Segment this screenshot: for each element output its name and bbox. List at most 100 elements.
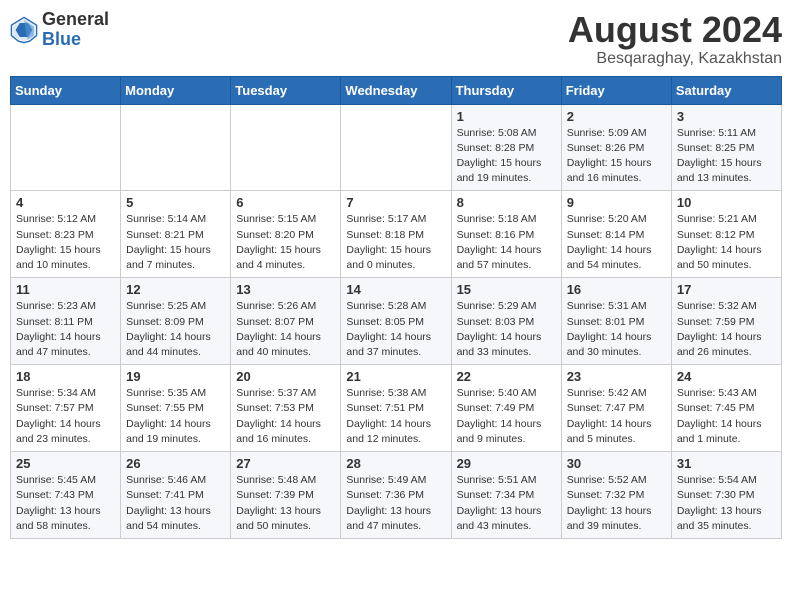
calendar-cell: [121, 104, 231, 191]
header-monday: Monday: [121, 76, 231, 104]
day-info: Sunrise: 5:51 AMSunset: 7:34 PMDaylight:…: [457, 473, 556, 534]
calendar-cell: 8 Sunrise: 5:18 AMSunset: 8:16 PMDaylight…: [451, 191, 561, 278]
calendar-cell: 17 Sunrise: 5:32 AMSunset: 7:59 PMDayligh…: [671, 278, 781, 365]
title-block: August 2024 Besqaraghay, Kazakhstan: [568, 10, 782, 68]
calendar-cell: 30 Sunrise: 5:52 AMSunset: 7:32 PMDayligh…: [561, 452, 671, 539]
calendar-cell: 16 Sunrise: 5:31 AMSunset: 8:01 PMDayligh…: [561, 278, 671, 365]
calendar-cell: 2 Sunrise: 5:09 AMSunset: 8:26 PMDaylight…: [561, 104, 671, 191]
calendar-cell: 31Sunrise: 5:54 AMSunset: 7:30 PMDayligh…: [671, 452, 781, 539]
calendar-cell: 13 Sunrise: 5:26 AMSunset: 8:07 PMDayligh…: [231, 278, 341, 365]
day-info: Sunrise: 5:15 AMSunset: 8:20 PMDaylight:…: [236, 212, 335, 273]
header-friday: Friday: [561, 76, 671, 104]
calendar-cell: 1Sunrise: 5:08 AMSunset: 8:28 PMDaylight…: [451, 104, 561, 191]
day-info: Sunrise: 5:42 AMSunset: 7:47 PMDaylight:…: [567, 386, 666, 447]
day-info: Sunrise: 5:18 AMSunset: 8:16 PMDaylight:…: [457, 212, 556, 273]
calendar-cell: 5 Sunrise: 5:14 AMSunset: 8:21 PMDaylight…: [121, 191, 231, 278]
day-info: Sunrise: 5:31 AMSunset: 8:01 PMDaylight:…: [567, 299, 666, 360]
day-info: Sunrise: 5:43 AMSunset: 7:45 PMDaylight:…: [677, 386, 776, 447]
calendar-cell: 23 Sunrise: 5:42 AMSunset: 7:47 PMDayligh…: [561, 365, 671, 452]
day-number: 6: [236, 195, 335, 210]
day-info: Sunrise: 5:20 AMSunset: 8:14 PMDaylight:…: [567, 212, 666, 273]
calendar-cell: 20Sunrise: 5:37 AMSunset: 7:53 PMDayligh…: [231, 365, 341, 452]
day-info: Sunrise: 5:38 AMSunset: 7:51 PMDaylight:…: [346, 386, 445, 447]
calendar-week-2: 4 Sunrise: 5:12 AMSunset: 8:23 PMDaylight…: [11, 191, 782, 278]
day-number: 11: [16, 282, 115, 297]
calendar-cell: [11, 104, 121, 191]
day-number: 10: [677, 195, 776, 210]
calendar-cell: 21 Sunrise: 5:38 AMSunset: 7:51 PMDayligh…: [341, 365, 451, 452]
day-info: Sunrise: 5:37 AMSunset: 7:53 PMDaylight:…: [236, 386, 335, 447]
day-number: 15: [457, 282, 556, 297]
calendar-cell: 4 Sunrise: 5:12 AMSunset: 8:23 PMDaylight…: [11, 191, 121, 278]
day-number: 26: [126, 456, 225, 471]
day-info: Sunrise: 5:26 AMSunset: 8:07 PMDaylight:…: [236, 299, 335, 360]
calendar-header-row: Sunday Monday Tuesday Wednesday Thursday…: [11, 76, 782, 104]
month-year-title: August 2024: [568, 10, 782, 50]
day-info: Sunrise: 5:52 AMSunset: 7:32 PMDaylight:…: [567, 473, 666, 534]
day-number: 8: [457, 195, 556, 210]
day-number: 23: [567, 369, 666, 384]
calendar-cell: 6 Sunrise: 5:15 AMSunset: 8:20 PMDaylight…: [231, 191, 341, 278]
day-number: 30: [567, 456, 666, 471]
calendar-cell: 24 Sunrise: 5:43 AMSunset: 7:45 PMDayligh…: [671, 365, 781, 452]
header-sunday: Sunday: [11, 76, 121, 104]
day-info: Sunrise: 5:09 AMSunset: 8:26 PMDaylight:…: [567, 126, 666, 187]
day-info: Sunrise: 5:08 AMSunset: 8:28 PMDaylight:…: [457, 126, 556, 187]
calendar-cell: 19 Sunrise: 5:35 AMSunset: 7:55 PMDayligh…: [121, 365, 231, 452]
day-number: 16: [567, 282, 666, 297]
header-wednesday: Wednesday: [341, 76, 451, 104]
day-info: Sunrise: 5:46 AMSunset: 7:41 PMDaylight:…: [126, 473, 225, 534]
day-number: 24: [677, 369, 776, 384]
logo-blue-text: Blue: [42, 29, 81, 49]
location-subtitle: Besqaraghay, Kazakhstan: [568, 50, 782, 68]
calendar-cell: 9 Sunrise: 5:20 AMSunset: 8:14 PMDaylight…: [561, 191, 671, 278]
day-info: Sunrise: 5:28 AMSunset: 8:05 PMDaylight:…: [346, 299, 445, 360]
day-number: 14: [346, 282, 445, 297]
calendar-cell: 11Sunrise: 5:23 AMSunset: 8:11 PMDayligh…: [11, 278, 121, 365]
page-header: General Blue August 2024 Besqaraghay, Ka…: [10, 10, 782, 68]
day-info: Sunrise: 5:45 AMSunset: 7:43 PMDaylight:…: [16, 473, 115, 534]
day-number: 13: [236, 282, 335, 297]
day-info: Sunrise: 5:35 AMSunset: 7:55 PMDaylight:…: [126, 386, 225, 447]
day-info: Sunrise: 5:34 AMSunset: 7:57 PMDaylight:…: [16, 386, 115, 447]
logo-general-text: General: [42, 9, 109, 29]
day-number: 9: [567, 195, 666, 210]
calendar-cell: [231, 104, 341, 191]
day-info: Sunrise: 5:21 AMSunset: 8:12 PMDaylight:…: [677, 212, 776, 273]
calendar-cell: 22Sunrise: 5:40 AMSunset: 7:49 PMDayligh…: [451, 365, 561, 452]
calendar-cell: 10 Sunrise: 5:21 AMSunset: 8:12 PMDayligh…: [671, 191, 781, 278]
day-number: 28: [346, 456, 445, 471]
day-number: 29: [457, 456, 556, 471]
day-number: 22: [457, 369, 556, 384]
calendar-cell: [341, 104, 451, 191]
day-info: Sunrise: 5:17 AMSunset: 8:18 PMDaylight:…: [346, 212, 445, 273]
day-info: Sunrise: 5:14 AMSunset: 8:21 PMDaylight:…: [126, 212, 225, 273]
day-number: 2: [567, 109, 666, 124]
logo: General Blue: [10, 10, 109, 50]
day-info: Sunrise: 5:54 AMSunset: 7:30 PMDaylight:…: [677, 473, 776, 534]
calendar-table: Sunday Monday Tuesday Wednesday Thursday…: [10, 76, 782, 539]
day-number: 12: [126, 282, 225, 297]
calendar-cell: 15Sunrise: 5:29 AMSunset: 8:03 PMDayligh…: [451, 278, 561, 365]
day-info: Sunrise: 5:12 AMSunset: 8:23 PMDaylight:…: [16, 212, 115, 273]
day-number: 17: [677, 282, 776, 297]
day-number: 25: [16, 456, 115, 471]
calendar-week-4: 18 Sunrise: 5:34 AMSunset: 7:57 PMDayligh…: [11, 365, 782, 452]
calendar-cell: 18 Sunrise: 5:34 AMSunset: 7:57 PMDayligh…: [11, 365, 121, 452]
day-number: 7: [346, 195, 445, 210]
day-number: 19: [126, 369, 225, 384]
calendar-cell: 3Sunrise: 5:11 AMSunset: 8:25 PMDaylight…: [671, 104, 781, 191]
calendar-cell: 29 Sunrise: 5:51 AMSunset: 7:34 PMDayligh…: [451, 452, 561, 539]
day-number: 5: [126, 195, 225, 210]
day-info: Sunrise: 5:49 AMSunset: 7:36 PMDaylight:…: [346, 473, 445, 534]
calendar-cell: 7 Sunrise: 5:17 AMSunset: 8:18 PMDaylight…: [341, 191, 451, 278]
day-number: 4: [16, 195, 115, 210]
day-info: Sunrise: 5:32 AMSunset: 7:59 PMDaylight:…: [677, 299, 776, 360]
calendar-cell: 14 Sunrise: 5:28 AMSunset: 8:05 PMDayligh…: [341, 278, 451, 365]
calendar-cell: 25 Sunrise: 5:45 AMSunset: 7:43 PMDayligh…: [11, 452, 121, 539]
calendar-week-3: 11Sunrise: 5:23 AMSunset: 8:11 PMDayligh…: [11, 278, 782, 365]
header-thursday: Thursday: [451, 76, 561, 104]
day-number: 21: [346, 369, 445, 384]
day-number: 18: [16, 369, 115, 384]
calendar-cell: 27Sunrise: 5:48 AMSunset: 7:39 PMDayligh…: [231, 452, 341, 539]
